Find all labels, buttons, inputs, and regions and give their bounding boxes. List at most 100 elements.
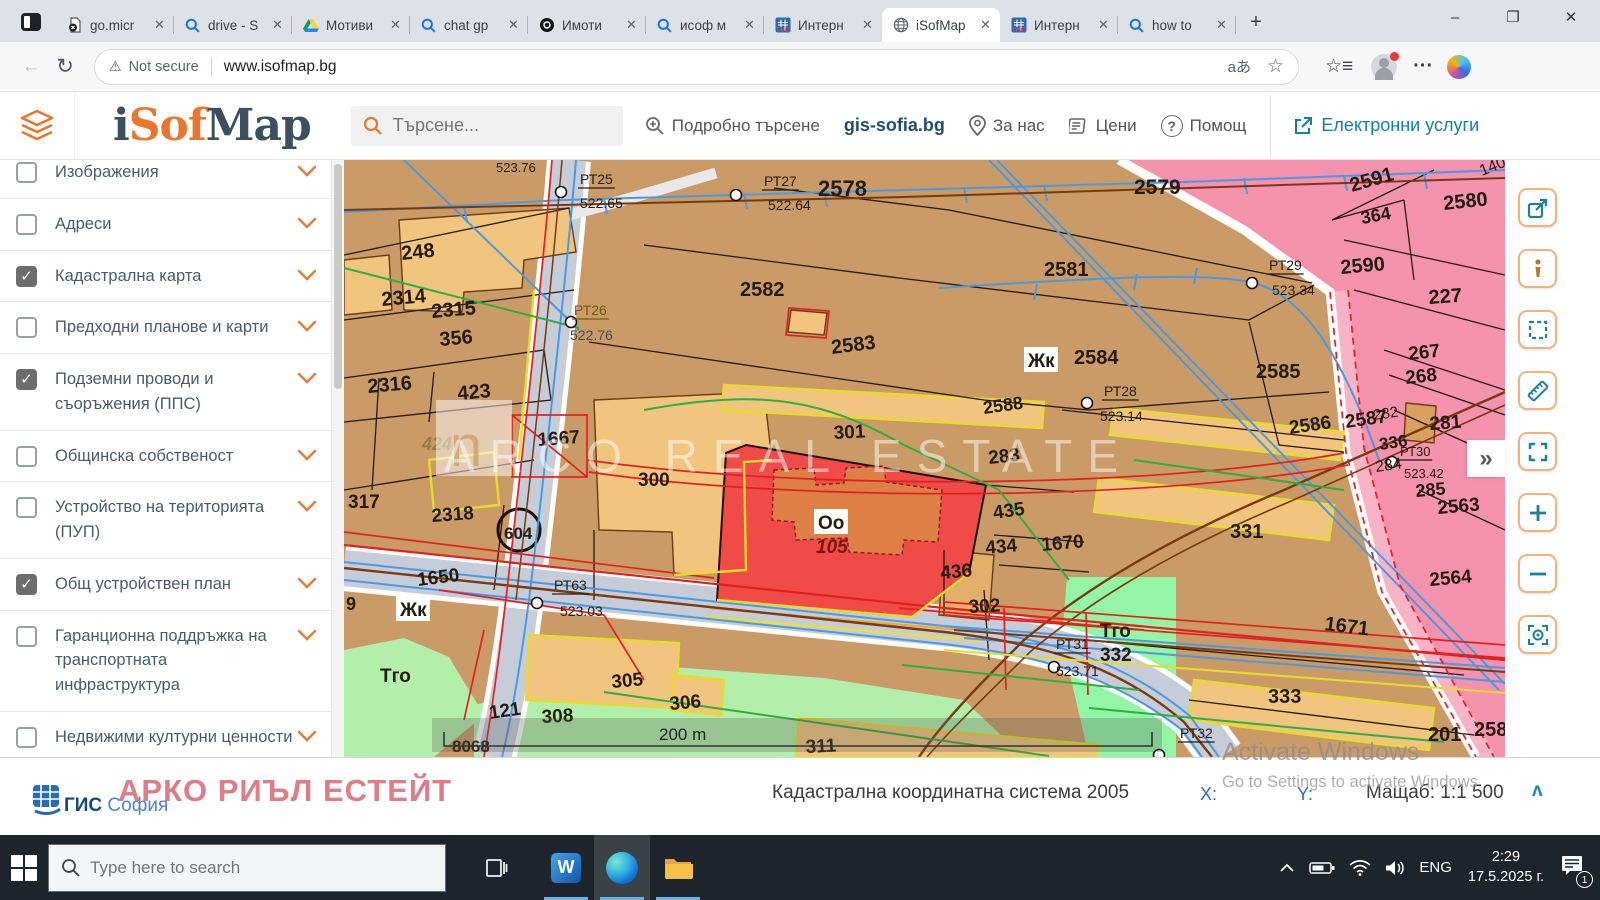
refresh-icon[interactable]: ↻: [48, 50, 82, 84]
layer-checkbox[interactable]: ✓: [16, 266, 37, 287]
browser-tab-drive-s[interactable]: drive - S ✕: [174, 8, 292, 42]
chevron-down-icon[interactable]: [297, 372, 317, 384]
tab-close-icon[interactable]: ✕: [151, 17, 168, 34]
layer-checkbox[interactable]: [16, 626, 37, 647]
browser-tab-how-to[interactable]: how to ✕: [1118, 8, 1236, 42]
browser-tab-go-micr[interactable]: go.micr ✕: [56, 8, 174, 42]
select-area-button[interactable]: [1518, 310, 1557, 349]
chevron-down-icon[interactable]: [297, 577, 317, 589]
security-label[interactable]: Not secure: [129, 59, 199, 75]
chevron-down-icon[interactable]: [297, 320, 317, 332]
layer-checkbox[interactable]: [16, 214, 37, 235]
layer-checkbox[interactable]: [16, 497, 37, 518]
layer-row-недвижими[interactable]: Недвижими културни ценности: [0, 712, 331, 757]
url-text[interactable]: www.isofmap.bg: [224, 58, 1212, 76]
browser-tab-мотиви[interactable]: Мотиви ✕: [292, 8, 410, 42]
battery-icon[interactable]: [1309, 861, 1335, 875]
chevron-down-icon[interactable]: [297, 217, 317, 229]
wifi-icon[interactable]: [1349, 860, 1371, 876]
expand-panel-button[interactable]: »: [1467, 440, 1505, 477]
chevron-down-icon[interactable]: [297, 165, 317, 177]
nav-e-services[interactable]: Електронни услуги: [1293, 115, 1479, 136]
browser-tab-интерн[interactable]: ГИС Интерн ✕: [764, 8, 882, 42]
tab-close-icon[interactable]: ✕: [269, 17, 286, 34]
tab-close-icon[interactable]: ✕: [1095, 17, 1112, 34]
taskbar-clock[interactable]: 2:2917.5.2025 г.: [1468, 848, 1544, 887]
layer-checkbox[interactable]: [16, 162, 37, 183]
layer-row-общинска[interactable]: Общинска собственост: [0, 431, 331, 483]
chevron-down-icon[interactable]: [297, 730, 317, 742]
nav-detailed-search[interactable]: Подробно търсене: [645, 116, 820, 136]
tray-chevron-icon[interactable]: [1279, 863, 1295, 873]
fullscreen-button[interactable]: [1518, 432, 1557, 471]
open-external-button[interactable]: [1518, 188, 1557, 227]
layer-row-подземни[interactable]: ✓ Подземни проводи и съоръжения (ППС): [0, 354, 331, 431]
tab-close-icon[interactable]: ✕: [623, 17, 640, 34]
layer-row-предходни[interactable]: Предходни планове и карти: [0, 302, 331, 354]
word-taskbar-button[interactable]: W: [538, 835, 594, 900]
map-canvas[interactable]: 523.76РТ25522.65РТ27522.6425782579140259…: [344, 160, 1505, 757]
measure-button[interactable]: [1518, 371, 1557, 410]
new-tab-button[interactable]: +: [1242, 8, 1270, 36]
sidebar-scrollbar[interactable]: [331, 160, 344, 757]
browser-tab-chat-gp[interactable]: chat gp ✕: [410, 8, 528, 42]
tab-actions-icon[interactable]: [14, 7, 48, 37]
start-button[interactable]: [0, 835, 48, 900]
zoom-in-button[interactable]: [1518, 493, 1557, 532]
layer-row-общ[interactable]: ✓ Общ устройствен план: [0, 559, 331, 611]
zoom-out-button[interactable]: [1518, 554, 1557, 593]
layer-checkbox[interactable]: ✓: [16, 369, 37, 390]
taskbar-search-input[interactable]: [90, 858, 420, 878]
layer-checkbox[interactable]: [16, 727, 37, 748]
edge-taskbar-button[interactable]: [594, 835, 650, 900]
nav-help[interactable]: ? Помощ: [1161, 115, 1247, 137]
map-search-box[interactable]: [351, 106, 623, 146]
more-menu-icon[interactable]: ···: [1413, 55, 1433, 78]
layer-row-кадастрална[interactable]: ✓ Кадастрална карта: [0, 251, 331, 303]
copilot-icon[interactable]: [1447, 55, 1471, 79]
locate-button[interactable]: [1518, 615, 1557, 654]
layer-row-устройство[interactable]: Устройство на територията (ПУП): [0, 482, 331, 559]
minimize-button[interactable]: –: [1426, 0, 1484, 34]
browser-tab-исоф-м[interactable]: исоф м ✕: [646, 8, 764, 42]
back-icon[interactable]: ←: [14, 50, 48, 84]
taskbar-search-box[interactable]: [48, 844, 446, 892]
language-indicator[interactable]: ENG: [1419, 859, 1452, 876]
tab-close-icon[interactable]: ✕: [1213, 17, 1230, 34]
nav-gis-sofia-link[interactable]: gis-sofia.bg: [844, 115, 945, 136]
browser-tab-имоти[interactable]: Имоти ✕: [528, 8, 646, 42]
collapse-statusbar-icon[interactable]: ᴧ: [1532, 780, 1543, 802]
profile-avatar[interactable]: [1371, 54, 1397, 80]
volume-icon[interactable]: [1385, 860, 1405, 876]
layers-menu-button[interactable]: [0, 92, 75, 160]
layer-row-изображения[interactable]: Изображения: [0, 160, 331, 199]
tab-close-icon[interactable]: ✕: [505, 17, 522, 34]
isofmap-logo[interactable]: iSofMap: [113, 100, 311, 151]
nav-prices[interactable]: Цени: [1069, 116, 1137, 136]
chevron-down-icon[interactable]: [297, 269, 317, 281]
layer-checkbox[interactable]: ✓: [16, 574, 37, 595]
tab-close-icon[interactable]: ✕: [387, 17, 404, 34]
explorer-taskbar-button[interactable]: [650, 835, 706, 900]
favorites-bar-icon[interactable]: ☆≡: [1325, 55, 1353, 78]
tab-close-icon[interactable]: ✕: [977, 17, 994, 34]
search-input[interactable]: [393, 115, 593, 136]
layer-checkbox[interactable]: [16, 446, 37, 467]
chevron-down-icon[interactable]: [297, 500, 317, 512]
tab-close-icon[interactable]: ✕: [741, 17, 758, 34]
layer-checkbox[interactable]: [16, 317, 37, 338]
notification-center-button[interactable]: 1: [1560, 853, 1586, 882]
layer-row-гаранционна[interactable]: Гаранционна поддръжка на транспортната и…: [0, 611, 331, 712]
browser-tab-isofmap[interactable]: iSofMap ✕: [882, 8, 1000, 42]
chevron-down-icon[interactable]: [297, 629, 317, 641]
identify-button[interactable]: [1518, 249, 1557, 288]
nav-about[interactable]: За нас: [969, 115, 1045, 136]
chevron-down-icon[interactable]: [297, 449, 317, 461]
layer-row-адреси[interactable]: Адреси: [0, 199, 331, 251]
translate-icon[interactable]: aあ: [1228, 56, 1251, 77]
address-bar[interactable]: ⚠ Not secure www.isofmap.bg aあ ☆: [94, 49, 1299, 85]
task-view-button[interactable]: [468, 835, 524, 900]
restore-button[interactable]: ❐: [1484, 0, 1542, 34]
favorite-star-icon[interactable]: ☆: [1267, 55, 1284, 78]
tab-close-icon[interactable]: ✕: [859, 17, 876, 34]
